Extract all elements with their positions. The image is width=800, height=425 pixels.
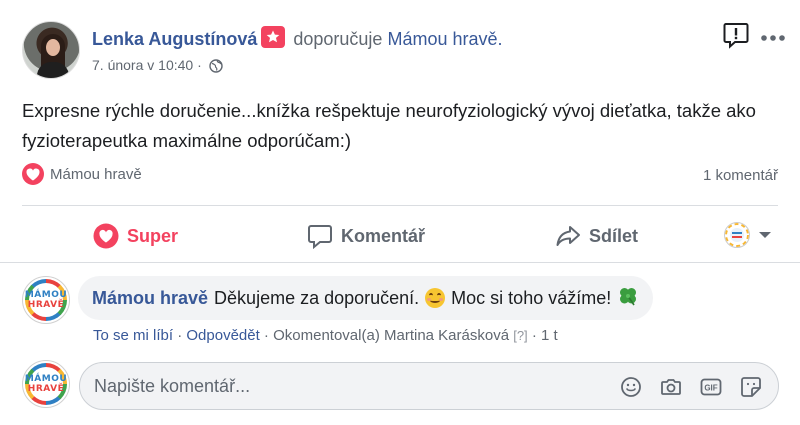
author-avatar[interactable] [22,21,80,79]
comment-bubble: Mámou hravě Děkujeme za doporučení. Moc … [78,276,654,320]
clover-icon [617,285,639,312]
logo-text-line1: MÁMOU [24,374,68,384]
gif-icon[interactable]: GIF [700,376,722,398]
page-link[interactable]: Mámou hravě. [387,29,502,49]
comment-author[interactable]: Mámou hravě [92,288,208,309]
super-button[interactable]: Super [93,218,178,254]
comment-count[interactable]: 1 komentář [703,167,778,184]
logo-text-line2: HRAVĚ [27,384,65,394]
svg-text:GIF: GIF [704,384,717,393]
comment-label: Komentář [341,225,426,246]
post-timestamp[interactable]: 7. února v 10:40 [92,57,193,73]
emoji-icon[interactable] [620,376,642,398]
divider [0,262,800,263]
globe-icon[interactable] [208,59,223,76]
share-button[interactable]: Sdílet [555,218,638,254]
author-name[interactable]: Lenka Augustínová [92,29,257,49]
recommend-verb: doporučuje [293,29,383,49]
heart-icon [22,163,44,185]
reply-link[interactable]: Odpovědět [186,327,259,344]
reactions-summary[interactable]: Mámou hravě [22,163,142,185]
commented-by: Okomentoval(a) Martina Karásková [273,327,510,344]
help-link[interactable]: [?] [513,328,527,343]
page-avatar-small [724,222,750,248]
divider [22,205,778,206]
logo-text-line1: MÁMOU [24,290,68,300]
reaction-by: Mámou hravě [50,166,142,183]
chevron-down-icon [759,232,771,238]
camera-icon[interactable] [660,376,682,398]
dot-separator: · [173,327,187,344]
dot-separator: · [527,327,542,344]
sticker-icon[interactable] [740,376,762,398]
heart-icon [93,223,119,249]
post-header: Lenka Augustínová doporučuje Mámou hravě. [92,26,503,50]
share-icon [556,226,580,246]
comment-text-part1: Děkujeme za doporučení. [214,287,420,308]
report-icon[interactable] [722,21,750,49]
post-text: Expresne rýchle doručenie...knížka rešpe… [22,100,756,151]
comment-actions: To se mi líbí · Odpovědět · Okomentoval(… [93,327,558,344]
logo-text-line2: HRAVĚ [27,300,65,310]
comment-icon [308,225,332,249]
like-comment-link[interactable]: To se mi líbí [93,327,173,344]
comment-age[interactable]: 1 t [541,327,558,344]
smile-icon [425,288,446,308]
more-icon[interactable] [760,30,786,41]
post-meta: 7. února v 10:40 · [92,57,223,76]
comment-input[interactable] [94,363,594,409]
recommend-star-icon [261,26,286,48]
composer-avatar: MÁMOU HRAVĚ [22,360,70,408]
share-label: Sdílet [589,225,639,246]
dot-separator: · [259,327,274,344]
commenter-avatar[interactable]: MÁMOU HRAVĚ [22,276,70,324]
meta-separator: · [193,57,206,73]
comment-text-part2: Moc si toho vážíme! [451,287,612,308]
comment-composer[interactable]: GIF [79,362,779,410]
super-label: Super [127,225,179,246]
post-as-selector[interactable] [724,222,774,248]
post-card: Lenka Augustínová doporučuje Mámou hravě.… [0,0,800,425]
comment-button[interactable]: Komentář [307,218,425,254]
